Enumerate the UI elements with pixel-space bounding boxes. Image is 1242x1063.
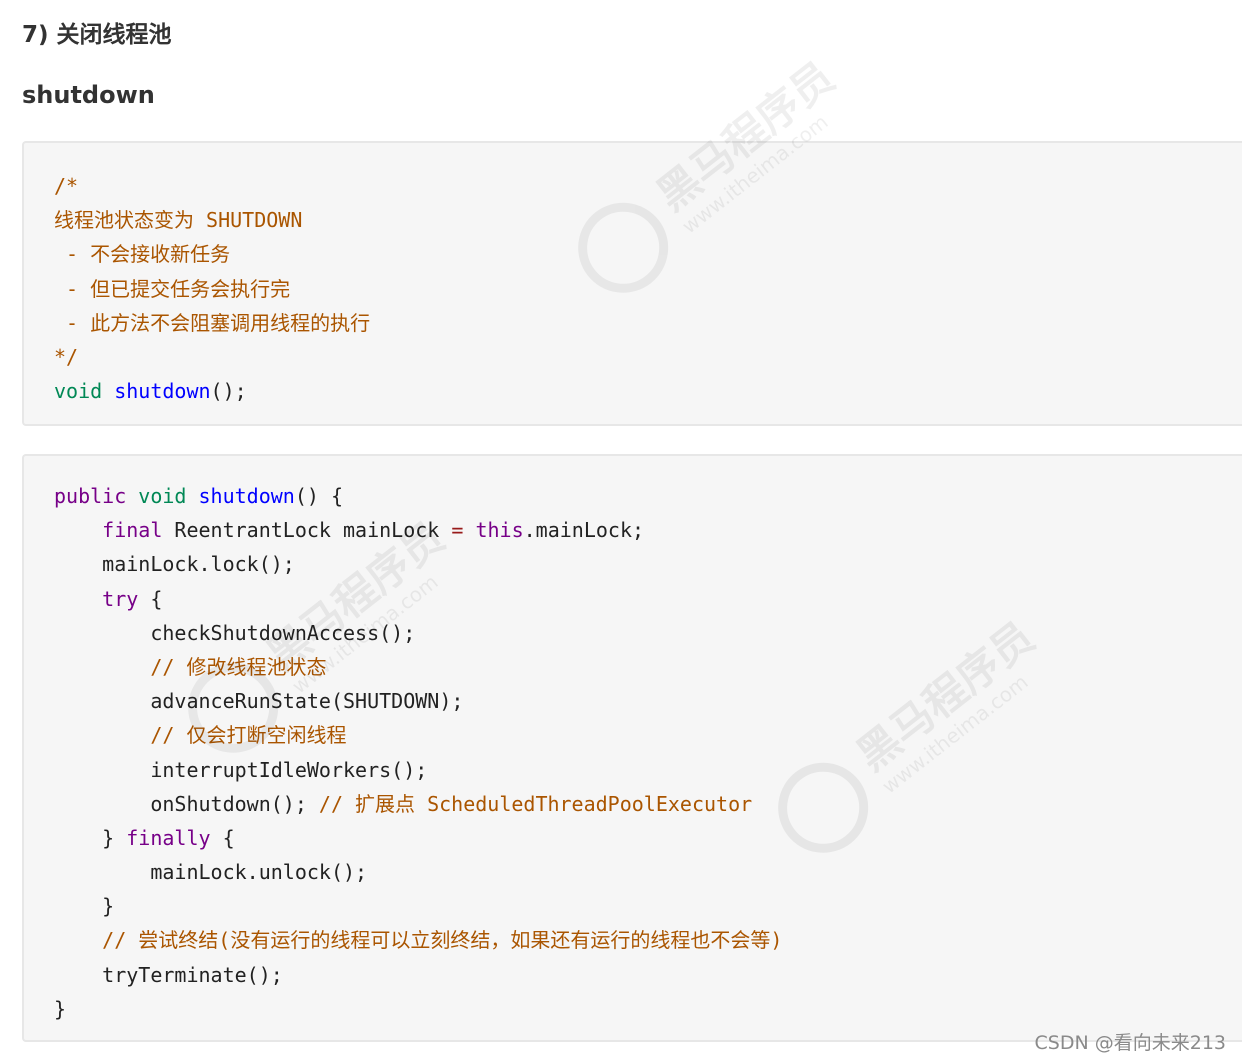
code-line: void shutdown(); — [54, 374, 370, 408]
code-token-plain: mainLock.lock(); — [54, 552, 295, 577]
code-token-comment: - 不会接收新任务 — [54, 242, 231, 267]
code-token-def: shutdown — [114, 379, 211, 404]
code-token-comment: - 但已提交任务会执行完 — [54, 276, 291, 301]
code-line: mainLock.lock(); — [54, 547, 782, 581]
code-token-op: = — [451, 518, 464, 543]
code-token-plain: { — [210, 825, 235, 850]
code-line: } — [54, 992, 782, 1026]
section-heading: 7) 关闭线程池 — [22, 22, 172, 48]
code-token-plain: checkShutdownAccess(); — [54, 620, 416, 645]
code-token-type: void — [138, 484, 187, 508]
code-token-keyword: public — [54, 484, 127, 508]
code-token-comment: // 尝试终结(没有运行的线程可以立刻终结，如果还有运行的线程也不会等) — [102, 928, 783, 953]
code-token-comment: // 修改线程池状态 — [150, 654, 327, 679]
code-token-plain: .mainLock; — [523, 518, 645, 543]
code-token-comment: */ — [54, 344, 79, 369]
code-token-comment: // 扩展点 ScheduledThreadPoolExecutor — [318, 791, 753, 816]
code-line: final ReentrantLock mainLock = this.main… — [54, 513, 782, 547]
code-line: tryTerminate(); — [54, 958, 782, 992]
code-token-plain: tryTerminate(); — [54, 962, 283, 987]
code-line: 线程池状态变为 SHUTDOWN — [54, 203, 370, 237]
code-token-plain: } — [54, 894, 115, 919]
code-line: onShutdown(); // 扩展点 ScheduledThreadPool… — [54, 787, 782, 821]
method-heading: shutdown — [22, 81, 155, 109]
code-line: // 修改线程池状态 — [54, 650, 782, 684]
code-token-plain: (); — [210, 379, 247, 404]
code-token-plain: advanceRunState(SHUTDOWN); — [54, 689, 464, 714]
code-token-comment: - 此方法不会阻塞调用线程的执行 — [54, 310, 371, 335]
code-line: /* — [54, 169, 370, 203]
code-token-comment: // 仅会打断空闲线程 — [150, 723, 347, 748]
code-token-plain: { — [138, 586, 163, 611]
csdn-credit: CSDN @看向未来213 — [1034, 1032, 1226, 1054]
code-token-plain: interruptIdleWorkers(); — [54, 757, 428, 782]
code-line: - 但已提交任务会执行完 — [54, 272, 370, 306]
code-token-keyword: finally — [126, 825, 211, 850]
code-line: // 尝试终结(没有运行的线程可以立刻终结，如果还有运行的线程也不会等) — [54, 923, 782, 957]
code-line: checkShutdownAccess(); — [54, 616, 782, 650]
code-token-plain: onShutdown(); — [54, 791, 319, 816]
code-block-implementation: public void shutdown() { final Reentrant… — [22, 454, 1242, 1042]
code-token-keyword: try — [102, 586, 139, 611]
code-line: public void shutdown() { — [54, 479, 782, 513]
code-line: advanceRunState(SHUTDOWN); — [54, 684, 782, 718]
code-line: } — [54, 889, 782, 923]
code-line: interruptIdleWorkers(); — [54, 753, 782, 787]
code-token-plain: } — [54, 825, 127, 850]
code-token-plain: } — [54, 996, 67, 1021]
code-token-plain: () { — [294, 484, 344, 508]
code-token-comment: /* — [54, 174, 79, 198]
code-token-def: shutdown — [198, 484, 295, 508]
code-lines: /* 线程池状态变为 SHUTDOWN - 不会接收新任务 - 但已提交任务会执行… — [54, 169, 370, 408]
code-line: try { — [54, 582, 782, 616]
code-line: - 此方法不会阻塞调用线程的执行 — [54, 306, 370, 340]
code-block-signature: /* 线程池状态变为 SHUTDOWN - 不会接收新任务 - 但已提交任务会执行… — [22, 141, 1242, 426]
code-line: } finally { — [54, 821, 782, 855]
code-token-keyword: this — [475, 518, 524, 543]
code-lines: public void shutdown() { final Reentrant… — [54, 479, 782, 1026]
code-line: // 仅会打断空闲线程 — [54, 718, 782, 752]
code-token-comment: 线程池状态变为 SHUTDOWN — [54, 208, 303, 233]
code-line: - 不会接收新任务 — [54, 237, 370, 271]
code-token-plain: ReentrantLock mainLock — [162, 518, 452, 543]
code-line: mainLock.unlock(); — [54, 855, 782, 889]
code-token-type: void — [54, 379, 103, 404]
code-token-keyword: final — [102, 518, 163, 543]
code-line: */ — [54, 340, 370, 374]
code-token-plain: mainLock.unlock(); — [54, 860, 368, 885]
